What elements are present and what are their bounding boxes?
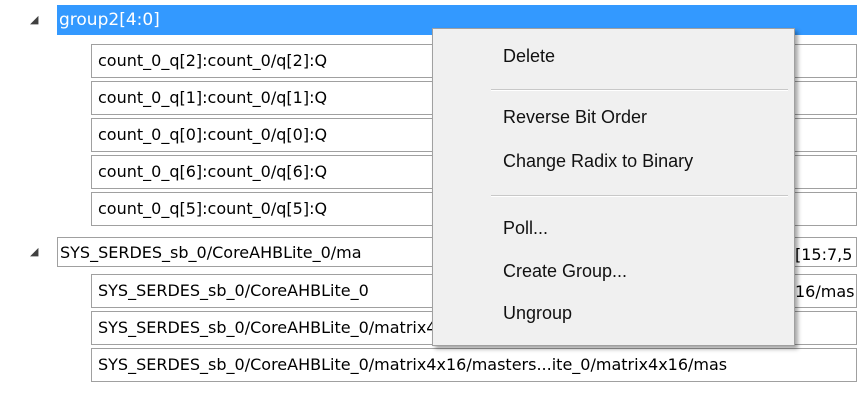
collapse-triangle-icon[interactable]: ◢: [30, 245, 44, 259]
menu-separator: [491, 89, 788, 91]
menu-item-change-radix-binary[interactable]: Change Radix to Binary: [503, 148, 693, 174]
context-menu: Delete Reverse Bit Order Change Radix to…: [432, 28, 795, 346]
menu-item-reverse-bit-order[interactable]: Reverse Bit Order: [503, 104, 647, 130]
menu-item-create-group[interactable]: Create Group...: [503, 258, 627, 284]
collapse-triangle-icon[interactable]: ◢: [30, 13, 44, 27]
menu-item-ungroup[interactable]: Ungroup: [503, 300, 572, 326]
group-label-tail: [15:7,5: [795, 245, 853, 264]
signal-row[interactable]: SYS_SERDES_sb_0/CoreAHBLite_0/matrix4x16…: [91, 348, 857, 382]
menu-item-poll[interactable]: Poll...: [503, 215, 548, 241]
signal-row-tail: 16/mas: [795, 282, 855, 301]
menu-item-delete[interactable]: Delete: [503, 43, 555, 69]
menu-separator: [491, 195, 788, 197]
